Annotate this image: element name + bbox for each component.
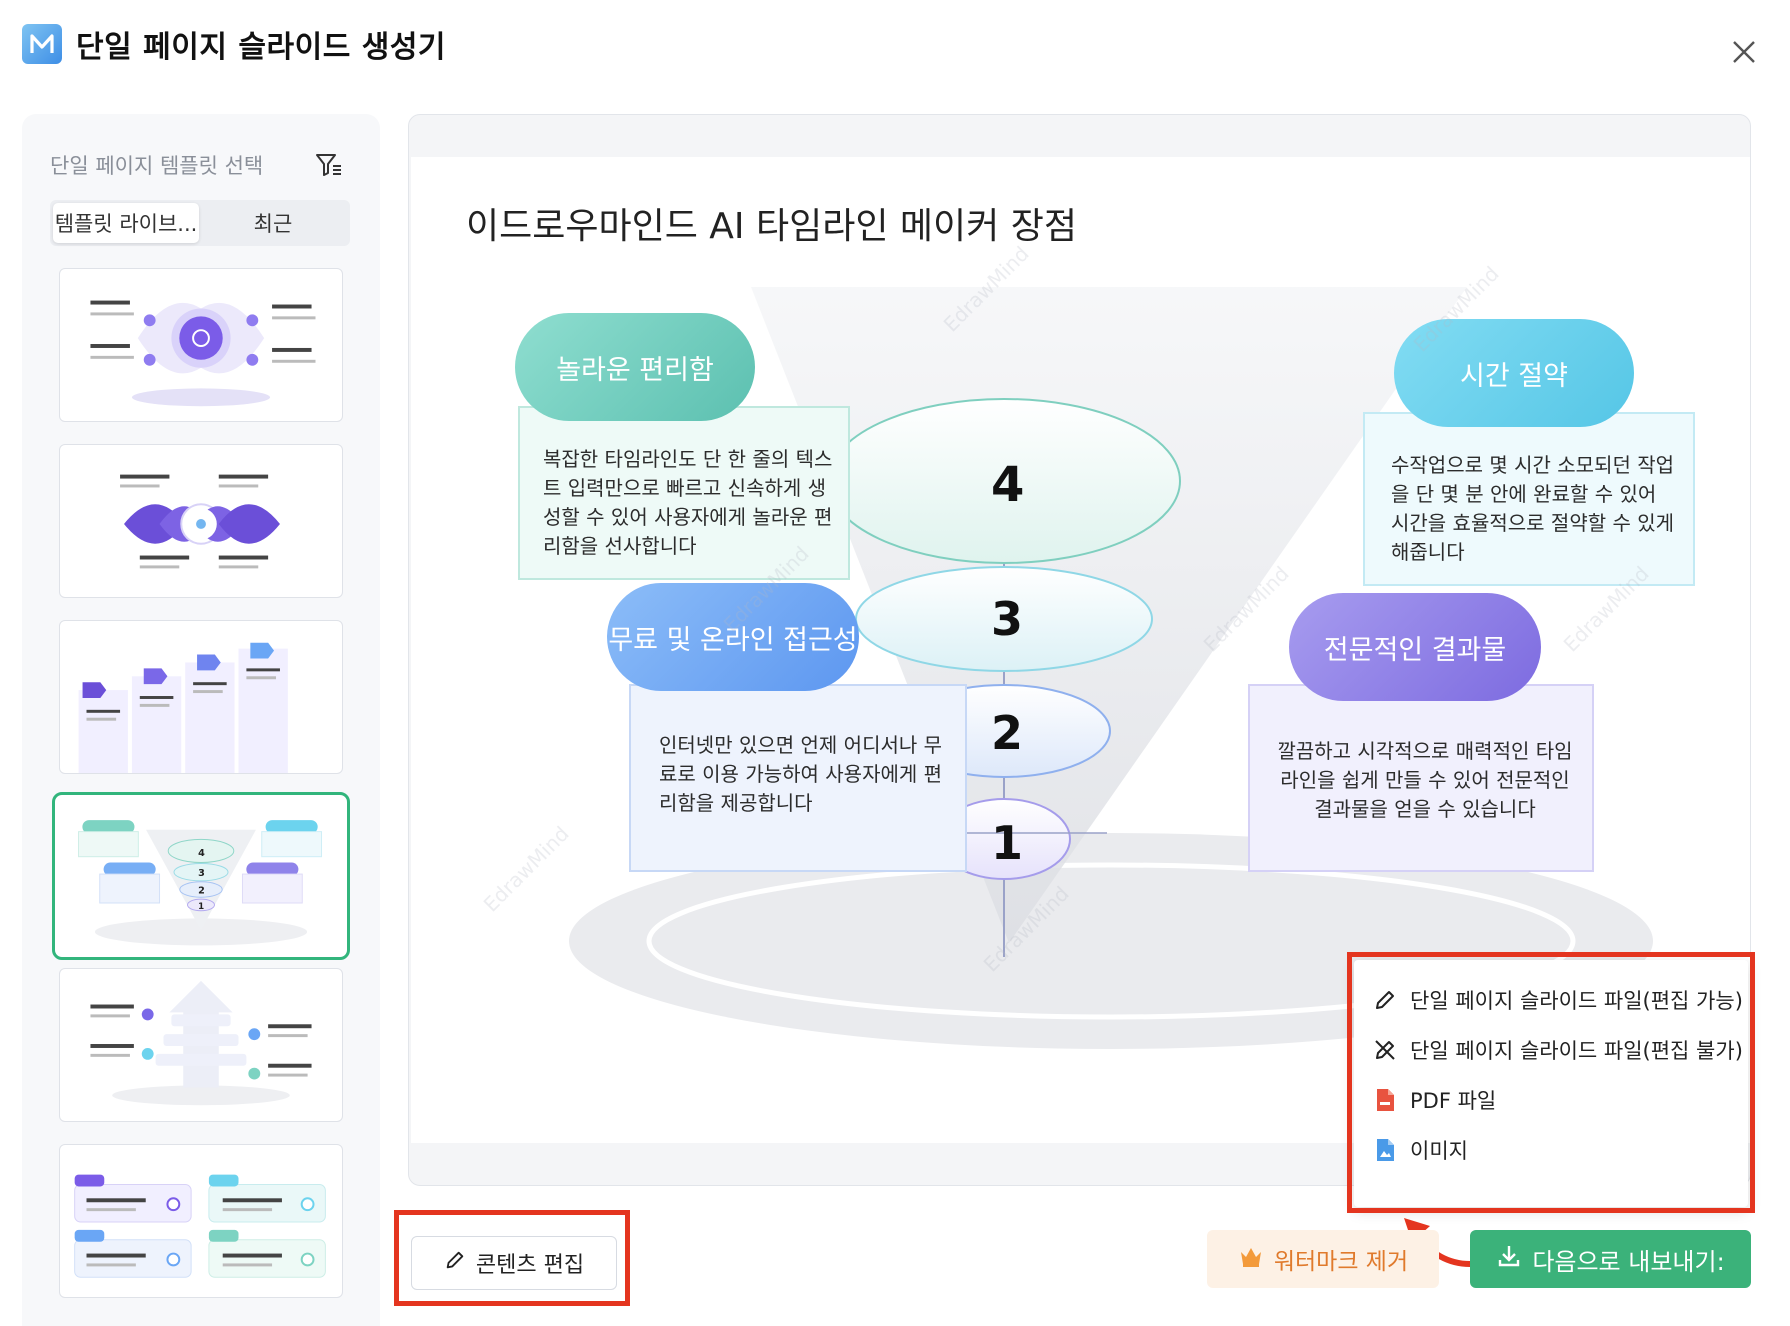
close-icon[interactable] [1724, 32, 1764, 72]
card-title-professional: 전문적인 결과물 [1289, 593, 1541, 701]
app-logo-icon [22, 24, 62, 64]
remove-watermark-button[interactable]: 워터마크 제거 [1207, 1230, 1439, 1288]
sidebar-title: 단일 페이지 템플릿 선택 [50, 154, 264, 178]
export-label: 다음으로 내보내기: [1532, 1247, 1725, 1276]
svg-text:2: 2 [198, 885, 205, 896]
template-thumbnail[interactable] [59, 268, 343, 422]
svg-text:3: 3 [198, 868, 205, 879]
funnel-level-2: 2 [991, 706, 1023, 760]
card-title-convenience: 놀라운 편리함 [515, 313, 755, 421]
template-sidebar: 단일 페이지 템플릿 선택 템플릿 라이브... 최근 4 3 2 1 [22, 114, 380, 1326]
funnel-level-3: 3 [991, 592, 1023, 646]
card-title-free-access: 무료 및 온라인 접근성 [607, 583, 859, 691]
slide-title: 이드로우마인드 AI 타임라인 메이커 장점 [466, 206, 1077, 247]
card-title-time-saving: 시간 절약 [1394, 319, 1634, 427]
remove-watermark-label: 워터마크 제거 [1273, 1249, 1409, 1275]
template-thumbnail[interactable] [59, 444, 343, 598]
tab-recent[interactable]: 최근 [200, 203, 346, 243]
template-thumbnail[interactable] [59, 968, 343, 1122]
card-body-professional: 깔끔하고 시각적으로 매력적인 타임라인을 쉽게 만들 수 있어 전문적인 결과… [1277, 739, 1573, 821]
pencil-icon [444, 1249, 466, 1277]
edit-content-label: 콘텐츠 편집 [475, 1253, 585, 1278]
tab-template-library[interactable]: 템플릿 라이브... [53, 203, 199, 243]
download-icon [1496, 1243, 1522, 1275]
svg-text:1: 1 [198, 902, 204, 912]
edit-content-button[interactable]: 콘텐츠 편집 [411, 1236, 617, 1290]
filter-icon[interactable] [314, 150, 344, 180]
dialog-header: 단일 페이지 슬라이드 생성기 [0, 0, 1790, 96]
template-source-tabs: 템플릿 라이브... 최근 [50, 200, 350, 246]
card-body-free-access: 인터넷만 있으면 언제 어디서나 무료로 이용 가능하여 사용자에게 편리함을 … [659, 733, 943, 815]
funnel-level-4: 4 [991, 457, 1024, 513]
svg-text:4: 4 [198, 848, 205, 859]
card-body-convenience: 복잡한 타임라인도 단 한 줄의 텍스트 입력만으로 빠르고 신속하게 생성할 … [543, 447, 833, 558]
card-body-time-saving: 수작업으로 몇 시간 소모되던 작업을 단 몇 분 안에 완료할 수 있어 시간… [1391, 453, 1675, 564]
template-thumbnail[interactable] [59, 1144, 343, 1298]
dialog-title: 단일 페이지 슬라이드 생성기 [76, 30, 447, 65]
template-thumbnail-selected[interactable]: 4 3 2 1 [52, 792, 350, 960]
crown-icon [1238, 1243, 1264, 1275]
export-button[interactable]: 다음으로 내보내기: [1470, 1230, 1751, 1288]
export-menu-highlight [1347, 952, 1755, 1213]
funnel-level-1: 1 [991, 816, 1023, 870]
template-thumbnail[interactable] [59, 620, 343, 774]
